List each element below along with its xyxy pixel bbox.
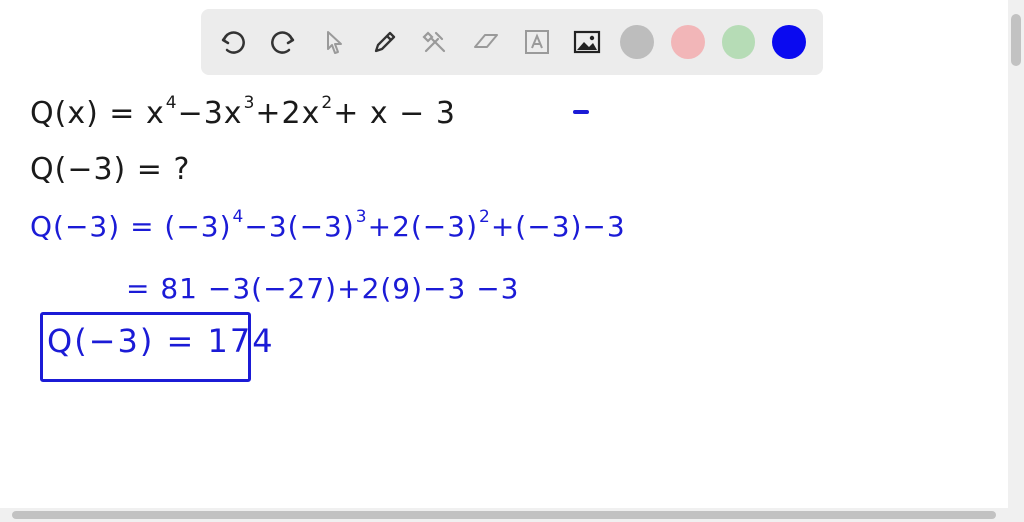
redo-icon	[271, 31, 295, 54]
color-swatch-blue[interactable]	[772, 25, 806, 59]
pencil-icon	[374, 31, 395, 53]
redo-button[interactable]	[266, 24, 302, 60]
text: −3(−3)	[244, 210, 355, 243]
text: +(−3)−3	[490, 210, 626, 243]
exponent: 3	[243, 93, 256, 113]
undo-icon	[221, 31, 245, 54]
color-swatch-pink[interactable]	[670, 25, 705, 59]
exponent: 2	[321, 93, 334, 113]
text: Q(−3) = ?	[30, 152, 191, 187]
text: Q(x) = x	[30, 96, 165, 131]
eraser-button[interactable]	[468, 24, 504, 60]
drawing-toolbar	[201, 9, 823, 75]
horizontal-scrollbar[interactable]	[0, 508, 1008, 522]
horizontal-scroll-thumb[interactable]	[12, 511, 996, 519]
tools-icon	[422, 31, 446, 53]
vertical-scrollbar[interactable]	[1008, 0, 1024, 522]
text: + x − 3	[333, 96, 456, 131]
equation-line-3: Q(−3) = (−3)4−3(−3)3+2(−3)2+(−3)−3	[30, 206, 626, 243]
answer-text: Q(−3) = 174	[47, 322, 275, 360]
text: −3x	[177, 96, 243, 131]
vertical-scroll-thumb[interactable]	[1011, 14, 1021, 66]
image-button[interactable]	[570, 24, 606, 60]
text-icon	[524, 30, 549, 54]
pointer-button[interactable]	[316, 24, 352, 60]
exponent: 4	[165, 93, 178, 113]
eraser-icon	[474, 34, 499, 48]
color-swatch-green[interactable]	[721, 25, 756, 59]
equation-line-2: Q(−3) = ?	[30, 152, 190, 187]
image-icon	[574, 30, 601, 54]
undo-button[interactable]	[215, 24, 251, 60]
exponent: 2	[479, 206, 491, 227]
text: = 81 −3(−27)+2(9)−3 −3	[126, 272, 520, 305]
equation-line-4: = 81 −3(−27)+2(9)−3 −3	[126, 272, 520, 305]
text: +2x	[255, 96, 321, 131]
text: +2(−3)	[367, 210, 479, 243]
exponent: 3	[355, 206, 368, 227]
text-button[interactable]	[519, 24, 555, 60]
tools-button[interactable]	[418, 24, 454, 60]
pencil-button[interactable]	[367, 24, 403, 60]
ink-dash-mark	[573, 110, 589, 114]
color-swatch-gray[interactable]	[620, 25, 654, 59]
equation-line-1: Q(x) = x4−3x3+2x2+ x − 3	[30, 93, 456, 131]
text: Q(−3) = (−3)	[30, 210, 232, 243]
pointer-icon	[327, 31, 343, 54]
exponent: 4	[232, 206, 245, 227]
